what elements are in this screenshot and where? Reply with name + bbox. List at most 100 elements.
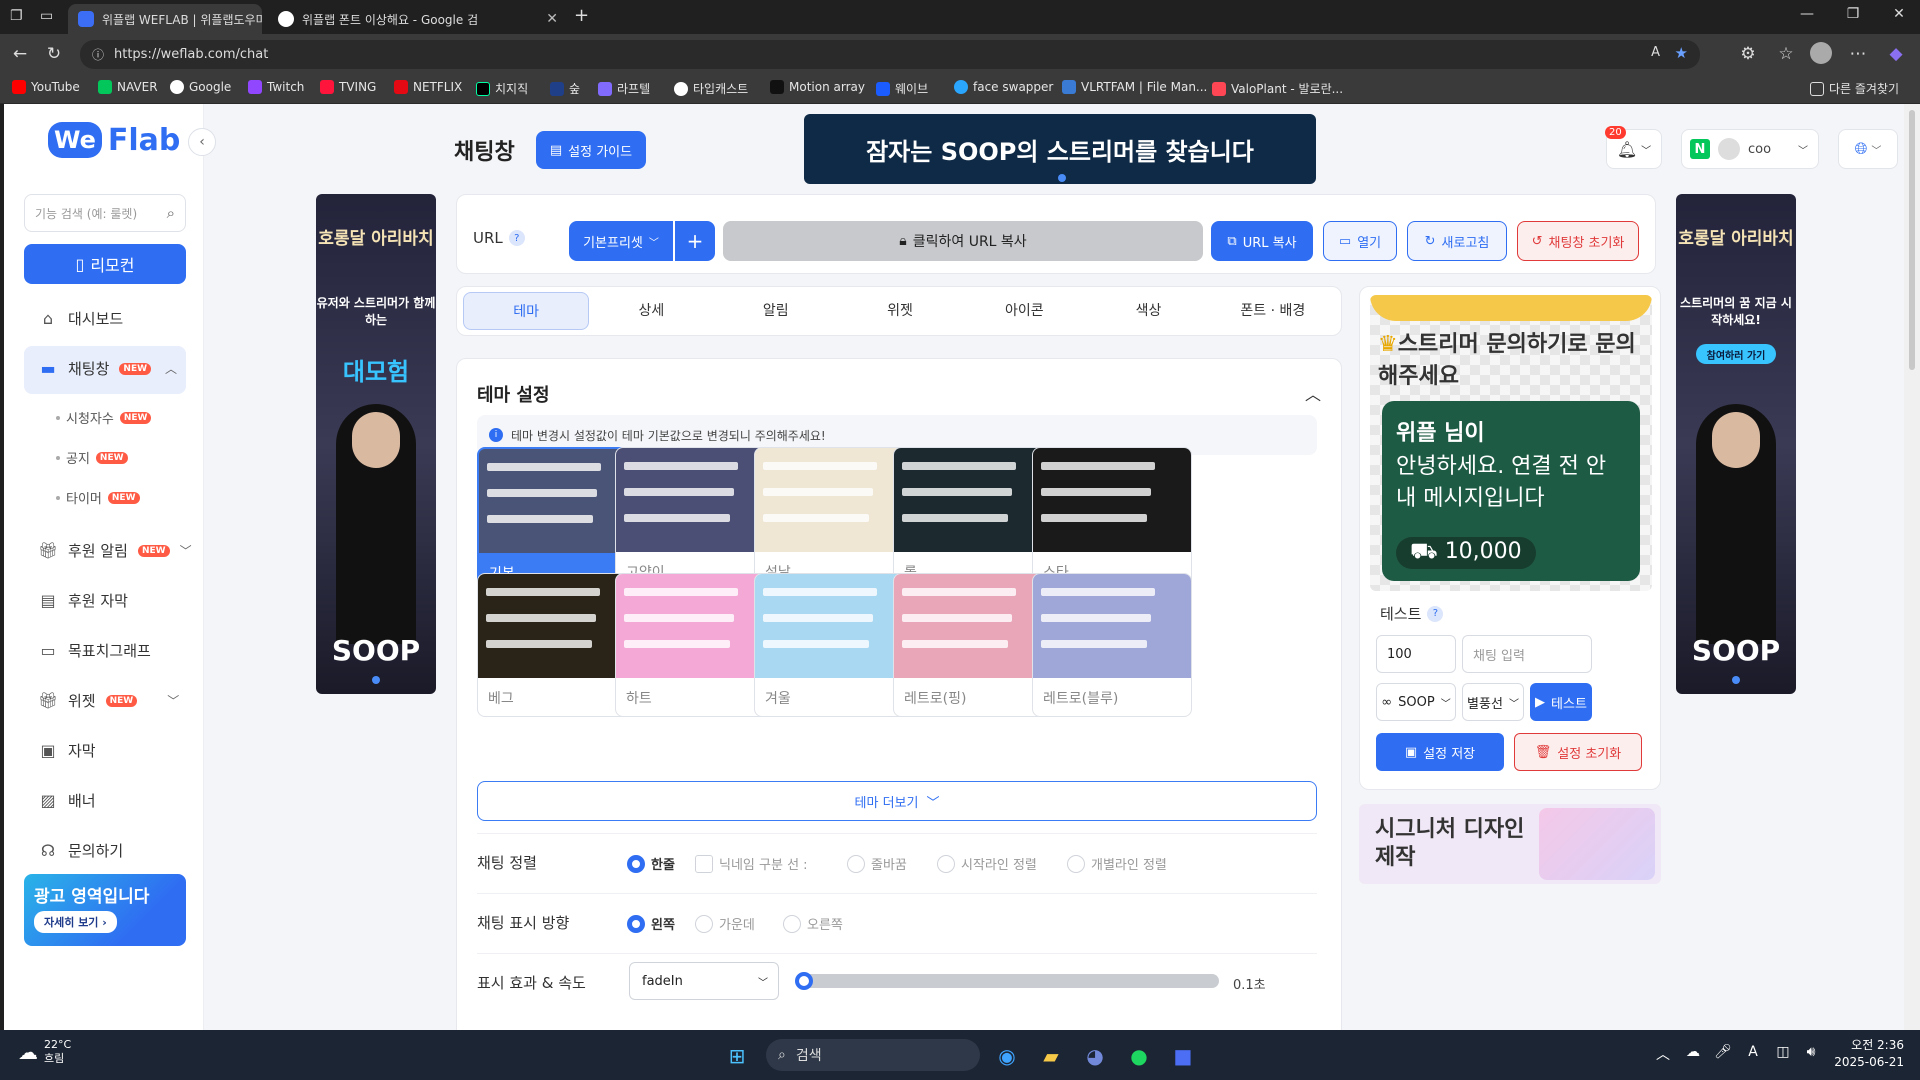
effect-select[interactable]: fadeIn ﹀ (629, 962, 779, 1000)
help-icon[interactable]: ? (1427, 605, 1444, 622)
sidebar-collapse-button[interactable]: ‹ (188, 128, 216, 156)
bookmark-typecast[interactable]: 타입캐스트 (674, 80, 748, 97)
bookmark-soop[interactable]: 숲 (550, 80, 580, 97)
url-copy-button[interactable]: ⧉ URL 복사 (1211, 221, 1313, 261)
network-icon[interactable]: ☁ (1680, 1044, 1706, 1060)
left-side-ad[interactable]: 호롱달 아리바치 유저와 스트리머가 함께하는 대모험 SOOP (316, 194, 436, 694)
more-menu-icon[interactable]: ⋯ (1846, 44, 1870, 64)
align-option-wrap[interactable]: 줄바꿈 (847, 854, 907, 873)
restore-icon[interactable]: ❐ (1838, 6, 1868, 22)
speed-slider[interactable] (795, 972, 1219, 990)
theme-option[interactable]: 베그 (477, 573, 637, 717)
theme-option[interactable]: 스타 (1032, 447, 1192, 591)
favorite-star-icon[interactable]: ★ (1675, 44, 1688, 62)
windows-start-icon[interactable]: ⊞ (724, 1044, 750, 1068)
reset-settings-button[interactable]: 🗑︎ 설정 초기화 (1514, 733, 1642, 771)
page-scrollbar[interactable] (1904, 104, 1920, 1030)
volume-icon[interactable]: 🔊︎ (1798, 1044, 1824, 1060)
sidebar-item-donation-caption[interactable]: ▤ 후원 자막 (38, 590, 128, 611)
bookmark-face-swapper[interactable]: face swapper (954, 80, 1053, 94)
bookmark-youtube[interactable]: YouTube (12, 80, 80, 94)
language-button[interactable]: 🌐︎ ﹀ (1838, 129, 1898, 169)
sidebar-subitem-notice[interactable]: 공지 NEW (56, 448, 128, 467)
more-themes-button[interactable]: 테마 더보기 ﹀ (477, 781, 1317, 821)
theme-option[interactable]: 고양이 (615, 447, 775, 591)
add-preset-button[interactable]: + (675, 221, 715, 261)
tab-alert[interactable]: 알림 (714, 292, 838, 330)
ime-icon[interactable]: A (1740, 1044, 1766, 1060)
reset-chat-button[interactable]: ↺ 채팅창 초기화 (1517, 221, 1639, 261)
open-button[interactable]: ▭ 열기 (1323, 221, 1397, 261)
sidebar-item-subtitle[interactable]: ▣ 자막 (38, 740, 95, 761)
sidebar-item-donation-alert[interactable]: 🎁︎ 후원 알림 NEW ﹀ (38, 540, 192, 561)
read-aloud-icon[interactable]: A (1651, 45, 1660, 60)
align-option-oneline[interactable]: 한줄 (627, 854, 675, 873)
tray-overflow-icon[interactable]: ︿ (1650, 1044, 1676, 1064)
sidebar-item-widget[interactable]: 🎁︎ 위젯 NEW ﹀ (38, 690, 179, 711)
refresh-button[interactable]: ↻ 새로고침 (1407, 221, 1507, 261)
bookmark-laftel[interactable]: 라프텔 (598, 80, 650, 97)
align-option-start-line[interactable]: 시작라인 정렬 (937, 854, 1037, 873)
collapse-section-icon[interactable]: ︿ (1305, 381, 1321, 405)
theme-option[interactable]: 겨울 (754, 573, 914, 717)
chat-url-field[interactable]: 🔒︎ 클릭하여 URL 복사 (723, 221, 1203, 261)
direction-option-left[interactable]: 왼쪽 (627, 914, 675, 933)
slider-handle[interactable] (795, 972, 813, 990)
close-tab-icon[interactable]: ✕ (546, 11, 558, 27)
direction-option-center[interactable]: 가운데 (695, 914, 755, 933)
align-option-individual-line[interactable]: 개별라인 정렬 (1067, 854, 1167, 873)
theme-option[interactable]: 설날 (754, 447, 914, 591)
signature-design-ad[interactable]: 시그니처 디자인 제작 (1359, 804, 1661, 884)
bookmark-tving[interactable]: TVING (320, 80, 376, 94)
right-side-ad[interactable]: 호롱달 아리바치 스트리머의 꿈 지금 시작하세요! 참여하러 가기 SOOP (1676, 194, 1796, 694)
ad-detail-button[interactable]: 자세히 보기 › (34, 911, 117, 933)
extensions-icon[interactable]: ⚙ (1736, 44, 1760, 64)
user-menu[interactable]: N coo ﹀ (1681, 129, 1819, 169)
weather-widget[interactable]: ☁ 22°C 흐림 (18, 1038, 71, 1066)
tab-google[interactable]: 위플랩 폰트 이상해요 - Google 검 ✕ (268, 4, 568, 34)
bookmark-google[interactable]: Google (170, 80, 231, 94)
tab-icon[interactable]: 아이콘 (962, 292, 1086, 330)
other-bookmarks[interactable]: 다른 즐겨찾기 (1810, 80, 1899, 97)
discord-icon[interactable]: ◕ (1082, 1044, 1108, 1068)
microphone-icon[interactable]: 🎤︎ (1710, 1044, 1736, 1060)
tab-weflab[interactable]: 위플랩 WEFLAB | 위플랩도우미 ✕ (68, 4, 262, 34)
preset-select[interactable]: 기본프리셋 ﹀ (569, 221, 673, 261)
profile-avatar[interactable] (1810, 42, 1832, 64)
taskbar-search[interactable]: ⌕ 검색 (766, 1039, 980, 1071)
top-banner-ad[interactable]: 잠자는 SOOP의 스트리머를 찾습니다 (804, 114, 1316, 184)
tab-font-background[interactable]: 폰트 · 배경 (1211, 292, 1335, 330)
theme-option[interactable]: 레트로(핑) (893, 573, 1053, 717)
sidebar-subitem-viewers[interactable]: 시청자수 NEW (56, 408, 152, 427)
sidebar-search-input[interactable]: 기능 검색 (예: 룰렛) ⌕ (24, 194, 186, 232)
direction-option-right[interactable]: 오른쪽 (783, 914, 843, 933)
bookmark-wavve[interactable]: 웨이브 (876, 80, 928, 97)
tab-detail[interactable]: 상세 (589, 292, 713, 330)
url-input[interactable]: ⓘ https://weflab.com/chat A ★ (80, 40, 1700, 69)
new-tab-icon[interactable]: + (574, 5, 589, 26)
tab-color[interactable]: 색상 (1086, 292, 1210, 330)
sidebar-item-goal-graph[interactable]: ▭ 목표치그래프 (38, 640, 150, 661)
minimize-icon[interactable]: — (1792, 6, 1822, 22)
banner-indicator[interactable] (1058, 174, 1066, 182)
workspaces-icon[interactable]: ❐ (10, 8, 23, 24)
sidebar-ad[interactable]: 광고 영역입니다 자세히 보기 › (24, 874, 186, 946)
tab-actions-icon[interactable]: ▭ (40, 8, 53, 24)
edge-icon[interactable]: ◉ (994, 1044, 1020, 1068)
save-settings-button[interactable]: ▣ 설정 저장 (1376, 733, 1504, 771)
bookmark-chzzk[interactable]: 치지직 (476, 80, 528, 97)
copilot-icon[interactable]: ◆ (1884, 44, 1908, 64)
app-icon[interactable]: ■ (1170, 1044, 1196, 1068)
sidebar-item-contact[interactable]: ☊ 문의하기 (38, 840, 123, 861)
theme-option[interactable]: 롤 (893, 447, 1053, 591)
bookmark-motion-array[interactable]: Motion array (770, 80, 865, 94)
setting-guide-button[interactable]: ▤ 설정 가이드 (536, 131, 646, 169)
close-window-icon[interactable]: ✕ (1884, 6, 1914, 22)
ad-indicator[interactable] (1732, 676, 1740, 684)
bookmark-naver[interactable]: NAVER (98, 80, 158, 94)
spotify-icon[interactable]: ● (1126, 1044, 1152, 1068)
sidebar-item-banner[interactable]: ▨ 배너 (38, 790, 95, 811)
theme-option[interactable]: 레트로(블루) (1032, 573, 1192, 717)
sidebar-item-dashboard[interactable]: ⌂ 대시보드 (38, 308, 123, 329)
tab-theme[interactable]: 테마 (463, 292, 590, 330)
